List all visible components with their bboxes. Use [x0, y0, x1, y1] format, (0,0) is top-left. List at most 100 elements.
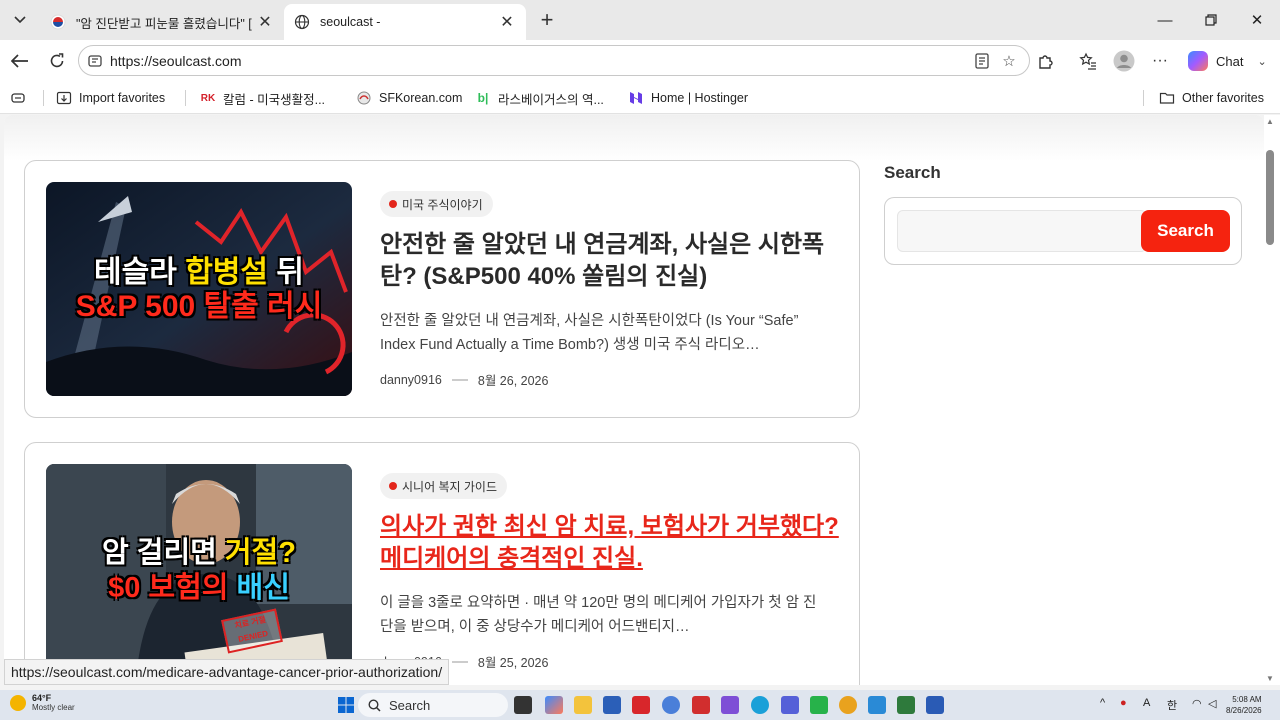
task-view-icon[interactable] [514, 696, 532, 714]
weather-temp: 64°F [32, 693, 52, 703]
weather-condition: Mostly clear [32, 703, 75, 712]
l-app-icon[interactable] [632, 696, 650, 714]
favorite-rk[interactable]: RK 칼럼 - 미국생활정... [200, 88, 325, 108]
thumbnail-text-highlight: 합병설 [185, 256, 268, 289]
new-tab-button[interactable]: + [536, 8, 558, 32]
wifi-icon[interactable]: ◠ [1192, 697, 1202, 710]
page-viewport: 테슬라 합병설 뒤 S&P 500 탈출 러시 미국 주식이야기 안전한 줄 알… [4, 115, 1264, 685]
minimize-button[interactable]: — [1142, 0, 1188, 40]
copilot-chat-button[interactable]: Chat ⌄ [1182, 46, 1274, 76]
category-badge[interactable]: 시니어 복지 가이드 [380, 473, 507, 499]
url-text[interactable]: https://seoulcast.com [110, 53, 242, 69]
favorite-import[interactable]: Import favorites [56, 88, 165, 108]
chrome-icon[interactable] [839, 696, 857, 714]
word-icon[interactable] [926, 696, 944, 714]
favorite-hostinger[interactable]: Home | Hostinger [628, 88, 748, 108]
scroll-down-icon[interactable]: ▼ [1266, 674, 1274, 683]
more-menu-icon[interactable]: ··· [1147, 48, 1173, 74]
back-arrow-icon [11, 54, 28, 68]
chat-label: Chat [1216, 53, 1244, 69]
favorites-list-icon [1079, 52, 1096, 70]
post-thumbnail[interactable]: 암 걸리면 거절? $0 보험의 배신 치료 거절 DENIED [46, 464, 352, 678]
stamp-text: 치료 거절 [233, 614, 267, 631]
favorite-label: 칼럼 - 미국생활정... [223, 92, 326, 107]
thumbnail-text: 테슬라 [94, 256, 186, 289]
favorite-label: Other favorites [1182, 91, 1264, 105]
post-author[interactable]: danny0916 [380, 373, 442, 387]
favorite-star-icon[interactable]: ☆ [999, 51, 1019, 71]
post-date: 8월 26, 2026 [477, 374, 549, 388]
tray-overflow-icon[interactable]: ^ [1100, 697, 1105, 709]
thumbnail-text-red: $0 보험의 [108, 572, 237, 604]
profile-avatar[interactable] [1111, 48, 1137, 74]
ime-mode-indicator[interactable]: A [1143, 697, 1150, 709]
site-info-icon[interactable] [87, 53, 103, 69]
tab-actions-menu[interactable] [6, 7, 34, 33]
favorite-sfkorean[interactable]: SFKorean.com [356, 88, 462, 108]
refresh-button[interactable] [44, 48, 70, 74]
post-excerpt: 안전한 줄 알았던 내 연금계좌, 사실은 시한폭탄이었다 (Is Your “… [380, 313, 799, 353]
search-button[interactable]: Search [1141, 210, 1230, 252]
search-input[interactable] [897, 210, 1147, 252]
edge-icon[interactable] [751, 696, 769, 714]
tab-medicare[interactable]: "암 진단받고 피눈물 흘렸습니다" [ ✕ [40, 4, 284, 40]
favorite-bl[interactable]: b| 라스베이거스의 역... [475, 88, 604, 108]
close-tab-icon[interactable]: ✕ [498, 12, 516, 32]
page-scrollbar[interactable]: ▲ ▼ [1264, 115, 1280, 685]
purple-app-icon[interactable] [721, 696, 739, 714]
whatsapp-icon[interactable] [810, 696, 828, 714]
restore-button[interactable] [1188, 0, 1234, 40]
favorites-toggle[interactable] [10, 88, 33, 108]
weather-widget[interactable]: 64°F Mostly clear [10, 693, 75, 712]
security-icon[interactable] [897, 696, 915, 714]
chat-app-icon[interactable] [662, 696, 680, 714]
stamp-text: DENIED [237, 628, 269, 644]
thumbnail-text-highlight: 거절? [224, 537, 296, 569]
copilot-taskbar-icon[interactable] [545, 696, 563, 714]
collections-icon [11, 93, 25, 103]
blue-app-icon[interactable] [781, 696, 799, 714]
extensions-icon[interactable] [1033, 48, 1059, 74]
tab-title: "암 진단받고 피눈물 흘렸습니다" [ [76, 16, 252, 31]
import-icon [56, 91, 72, 105]
category-badge[interactable]: 미국 주식이야기 [380, 191, 493, 217]
divider [1143, 90, 1144, 106]
link-status-bar: https://seoulcast.com/medicare-advantage… [4, 659, 450, 685]
globe-icon [294, 14, 310, 30]
tab-seoulcast[interactable]: seoulcast - ✕ [284, 4, 526, 40]
folder-icon [1159, 92, 1175, 104]
address-bar[interactable]: https://seoulcast.com ☆ [78, 45, 1030, 76]
close-window-button[interactable]: ✕ [1234, 0, 1280, 40]
scroll-up-icon[interactable]: ▲ [1266, 117, 1274, 126]
favorite-other[interactable]: Other favorites [1159, 88, 1264, 108]
system-clock[interactable]: 5:08 AM 8/26/2026 [1226, 694, 1262, 716]
ime-hangul-indicator[interactable]: 한 [1167, 697, 1177, 713]
windows-start-icon[interactable] [337, 696, 355, 714]
store-icon[interactable] [603, 696, 621, 714]
favorite-label: 라스베이거스의 역... [498, 92, 604, 107]
tab-title: seoulcast - [320, 15, 381, 29]
thumbnail-text: 뒤 [268, 256, 304, 289]
file-explorer-icon[interactable] [574, 696, 592, 714]
post-title[interactable]: 의사가 권한 최신 암 치료, 보험사가 거부했다? 메디케어의 충격적인 진실… [380, 511, 840, 575]
tray-app-icon[interactable]: ● [1120, 697, 1127, 709]
taskbar-search-label: Search [389, 697, 431, 713]
taskbar-search[interactable]: Search [358, 693, 508, 717]
reader-view-icon[interactable] [972, 51, 992, 71]
post-title[interactable]: 안전한 줄 알았던 내 연금계좌, 사실은 시한폭탄? (S&P500 40% … [380, 229, 840, 293]
divider [43, 90, 44, 106]
remote-desktop-icon[interactable] [868, 696, 886, 714]
address-bar-row: https://seoulcast.com ☆ ··· Chat ⌄ [0, 40, 1280, 82]
thumbnail-text-red: S&P 500 탈출 러시 [75, 290, 323, 323]
thumbnail-text-blue: 배신 [236, 572, 290, 604]
favorites-icon[interactable] [1075, 48, 1101, 74]
bl-logo-icon: b| [477, 91, 489, 105]
clock-date: 8/26/2026 [1226, 706, 1262, 715]
post-thumbnail[interactable]: 테슬라 합병설 뒤 S&P 500 탈출 러시 [46, 182, 352, 396]
scrollbar-thumb[interactable] [1266, 150, 1274, 245]
volume-icon[interactable]: ◁ [1208, 697, 1216, 710]
red-app-icon[interactable] [692, 696, 710, 714]
hostinger-icon [630, 92, 642, 104]
back-button[interactable] [7, 48, 33, 74]
close-tab-icon[interactable]: ✕ [256, 12, 274, 32]
